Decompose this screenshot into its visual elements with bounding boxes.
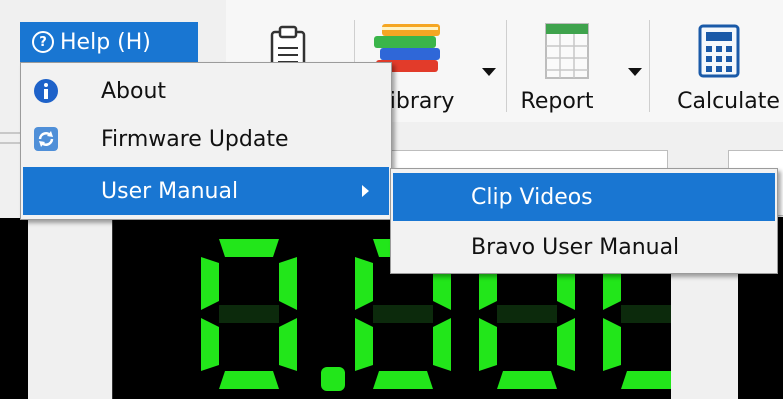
segment-c — [557, 318, 575, 371]
spreadsheet-icon — [545, 23, 589, 79]
toolbar-button-label: Report — [520, 89, 594, 114]
menu-item-about[interactable]: About — [23, 67, 389, 115]
calculator-icon — [698, 24, 740, 78]
help-menu-label: Help (H) — [60, 29, 151, 55]
report-dropdown-arrow-icon[interactable] — [628, 68, 642, 76]
segment-g — [219, 305, 279, 323]
segment-g — [621, 305, 671, 323]
decimal-point — [321, 367, 345, 391]
segment-e — [479, 318, 497, 371]
segment-b — [279, 257, 297, 310]
library-dropdown-arrow-icon[interactable] — [482, 68, 496, 76]
segment-e — [603, 318, 621, 371]
segment-f — [201, 257, 219, 310]
user-manual-submenu: Clip Videos Bravo User Manual — [390, 168, 778, 274]
menu-item-label: Firmware Update — [101, 126, 289, 152]
menu-item-clip-videos[interactable]: Clip Videos — [393, 173, 775, 221]
menu-item-firmware-update[interactable]: Firmware Update — [23, 115, 389, 163]
display-panel-left — [0, 218, 28, 399]
menu-item-label: User Manual — [101, 178, 239, 204]
segment-c — [433, 318, 451, 371]
help-menu-button[interactable]: ? Help (H) — [20, 22, 198, 62]
segment-d — [621, 371, 671, 389]
segment-g — [497, 305, 557, 323]
menu-item-label: Bravo User Manual — [471, 234, 680, 260]
segment-d — [497, 371, 557, 389]
segment-d — [373, 371, 433, 389]
toolbar-button-report[interactable]: Report — [516, 14, 646, 118]
menu-item-label: About — [101, 78, 167, 104]
segment-f — [355, 257, 373, 310]
toolbar-button-label: Calculate — [677, 89, 780, 114]
toolbar-button-calculate[interactable]: Calculate — [654, 14, 783, 118]
submenu-arrow-icon — [362, 185, 369, 197]
segment-c — [279, 318, 297, 371]
segment-e — [201, 318, 219, 371]
refresh-icon — [34, 127, 58, 151]
info-icon — [34, 79, 58, 103]
menu-item-label: Clip Videos — [471, 184, 593, 210]
segment-d — [219, 371, 279, 389]
help-question-icon: ? — [32, 31, 54, 53]
segment-a — [219, 239, 279, 257]
menu-item-user-manual[interactable]: User Manual — [23, 167, 389, 215]
segment-g — [373, 305, 433, 323]
segment-e — [355, 318, 373, 371]
menu-item-bravo-user-manual[interactable]: Bravo User Manual — [393, 223, 775, 271]
help-dropdown-menu: About Firmware Update User Manual — [20, 62, 392, 220]
